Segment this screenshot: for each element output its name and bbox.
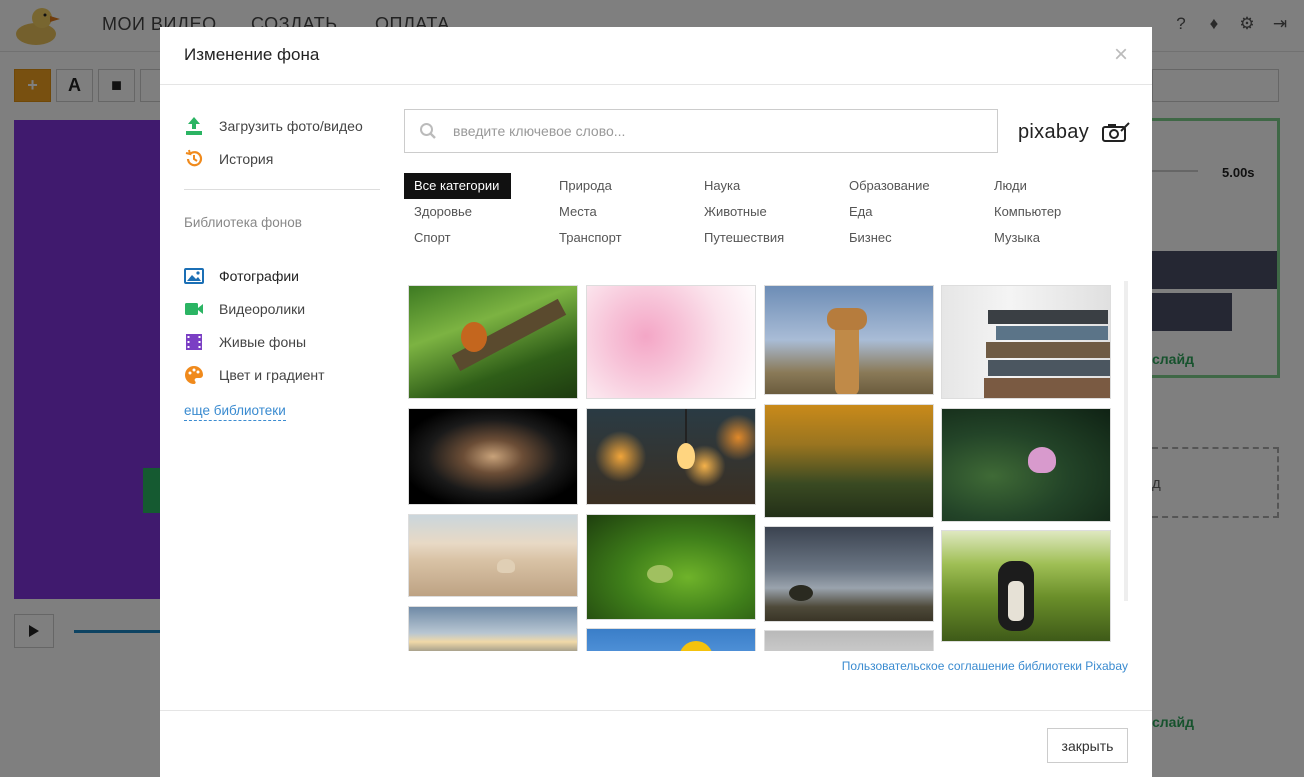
library-live-backgrounds[interactable]: Живые фоны [184, 325, 380, 358]
history-item[interactable]: История [184, 142, 380, 175]
photo-thumb-giraffe[interactable] [764, 285, 934, 395]
photo-thumb-pink-wire[interactable] [764, 630, 934, 651]
film-icon [184, 332, 204, 352]
photo-thumb-frog[interactable] [586, 514, 756, 620]
photo-thumb-sky[interactable] [408, 606, 578, 651]
category-all[interactable]: Все категории [404, 173, 511, 199]
close-button[interactable]: закрыть [1047, 728, 1128, 763]
more-libraries-link[interactable]: еще библиотеки [184, 403, 286, 421]
photo-thumb-light-spiral[interactable] [408, 408, 578, 505]
category-transport[interactable]: Транспорт [549, 225, 694, 251]
modal-header: Изменение фона × [160, 27, 1152, 85]
close-icon[interactable]: × [1114, 43, 1128, 67]
upload-icon [184, 116, 204, 136]
change-background-modal: Изменение фона × Загрузить фото/видео Ис… [160, 27, 1152, 777]
category-education[interactable]: Образование [839, 173, 984, 199]
camera-icon [1102, 122, 1130, 142]
category-people[interactable]: Люди [984, 173, 1129, 199]
category-business[interactable]: Бизнес [839, 225, 984, 251]
upload-photo-video[interactable]: Загрузить фото/видео [184, 109, 380, 142]
category-food[interactable]: Еда [839, 199, 984, 225]
sidebar-divider [184, 189, 380, 190]
category-science[interactable]: Наука [694, 173, 839, 199]
photo-thumb-lotus[interactable] [941, 408, 1111, 522]
category-health[interactable]: Здоровье [404, 199, 549, 225]
search-box [404, 109, 998, 153]
library-color-gradient[interactable]: Цвет и градиент [184, 358, 380, 391]
pixabay-brand-text: pixabay [1018, 121, 1090, 143]
photo-thumb-yellow-flower[interactable] [586, 628, 756, 651]
photo-thumb-storm-tree[interactable] [764, 526, 934, 622]
pixabay-logo[interactable]: pixabay [1018, 119, 1130, 145]
category-sport[interactable]: Спорт [404, 225, 549, 251]
palette-icon [184, 365, 204, 385]
photo-thumb-hanging-bulb[interactable] [586, 408, 756, 505]
photo-thumb-books[interactable] [941, 285, 1111, 399]
modal-footer: закрыть [160, 710, 1152, 777]
video-camera-icon [184, 299, 204, 319]
image-icon [184, 266, 204, 286]
modal-sidebar: Загрузить фото/видео История Библиотека … [184, 109, 380, 421]
category-animals[interactable]: Животные [694, 199, 839, 225]
category-music[interactable]: Музыка [984, 225, 1129, 251]
upload-label: Загрузить фото/видео [219, 117, 363, 134]
library-color-label: Цвет и градиент [219, 366, 325, 383]
photo-thumb-beach[interactable] [408, 514, 578, 597]
photo-grid-scrollbar[interactable] [1124, 281, 1128, 601]
photo-thumb-golden-field[interactable] [764, 404, 934, 518]
library-photos-label: Фотографии [219, 267, 300, 284]
search-input[interactable] [453, 120, 973, 142]
photo-thumb-squirrel[interactable] [408, 285, 578, 399]
library-videos[interactable]: Видеоролики [184, 292, 380, 325]
pixabay-terms-link[interactable]: Пользовательское соглашение библиотеки P… [842, 659, 1128, 673]
category-computer[interactable]: Компьютер [984, 199, 1129, 225]
category-grid: Все категории Природа Наука Образование … [404, 173, 1132, 251]
library-live-label: Живые фоны [219, 333, 307, 350]
category-travel[interactable]: Путешествия [694, 225, 839, 251]
history-icon [184, 149, 204, 169]
photo-thumb-dog[interactable] [941, 530, 1111, 642]
library-title: Библиотека фонов [184, 215, 302, 230]
photo-thumb-cherry-blossom[interactable] [586, 285, 756, 399]
library-photos[interactable]: Фотографии [184, 259, 380, 292]
category-places[interactable]: Места [549, 199, 694, 225]
modal-title: Изменение фона [184, 45, 320, 64]
photo-grid [406, 283, 1128, 651]
search-icon [420, 123, 436, 139]
category-nature[interactable]: Природа [549, 173, 694, 199]
library-videos-label: Видеоролики [219, 300, 306, 317]
history-label: История [219, 150, 274, 167]
